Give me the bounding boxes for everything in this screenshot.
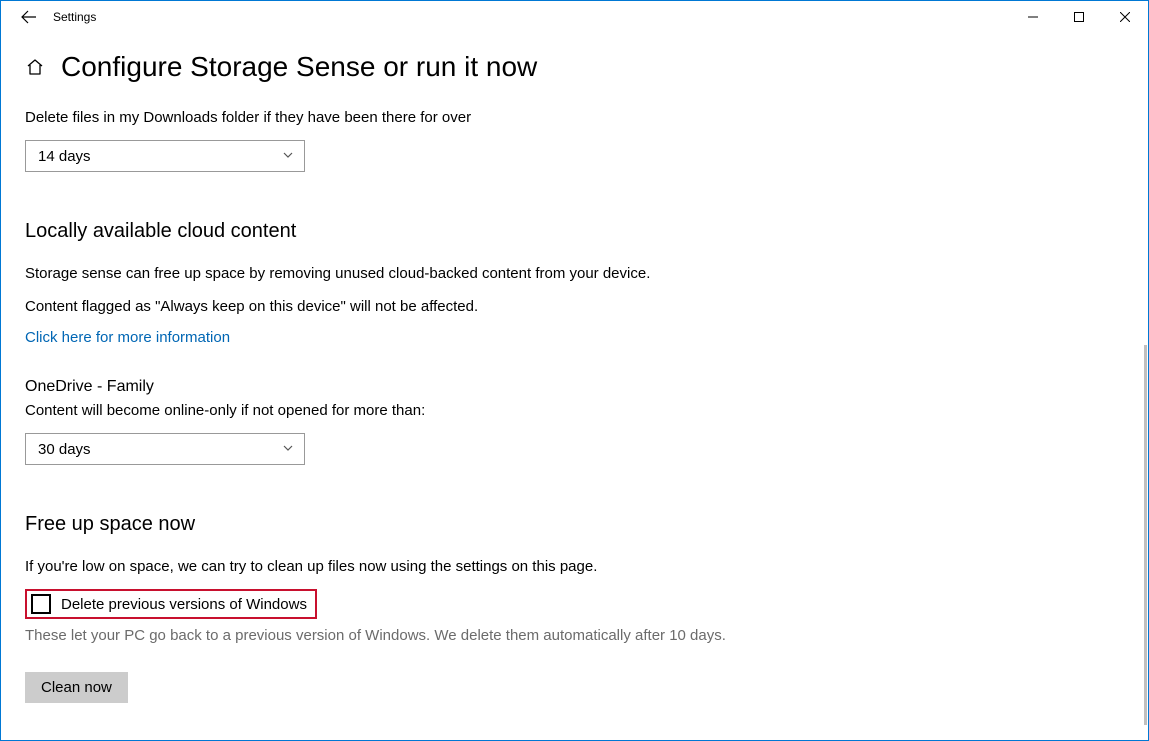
minimize-icon: [1028, 12, 1038, 22]
page-header: Configure Storage Sense or run it now: [25, 51, 1124, 83]
onedrive-dropdown[interactable]: 30 days: [25, 433, 305, 465]
minimize-button[interactable]: [1010, 1, 1056, 33]
content-area: Configure Storage Sense or run it now De…: [1, 33, 1148, 727]
checkbox-note: These let your PC go back to a previous …: [25, 627, 1124, 644]
titlebar: Settings: [1, 1, 1148, 33]
chevron-down-icon: [282, 441, 294, 458]
freeup-desc: If you're low on space, we can try to cl…: [25, 556, 1124, 577]
window-controls: [1010, 1, 1148, 33]
cloud-desc-2: Content flagged as "Always keep on this …: [25, 296, 1124, 317]
delete-previous-versions-checkbox[interactable]: Delete previous versions of Windows: [25, 589, 317, 619]
cloud-desc-1: Storage sense can free up space by remov…: [25, 263, 1124, 284]
freeup-heading: Free up space now: [25, 513, 1124, 536]
close-icon: [1120, 12, 1130, 22]
close-button[interactable]: [1102, 1, 1148, 33]
cloud-more-info-link[interactable]: Click here for more information: [25, 329, 230, 346]
checkbox-box: [31, 594, 51, 614]
onedrive-label: OneDrive - Family: [25, 378, 1124, 396]
chevron-down-icon: [282, 148, 294, 165]
home-icon: [25, 57, 45, 77]
downloads-dropdown-value: 14 days: [38, 148, 91, 165]
downloads-dropdown[interactable]: 14 days: [25, 140, 305, 172]
downloads-label: Delete files in my Downloads folder if t…: [25, 107, 1124, 128]
maximize-button[interactable]: [1056, 1, 1102, 33]
back-button[interactable]: [9, 9, 49, 25]
arrow-left-icon: [21, 9, 37, 25]
scrollbar[interactable]: [1144, 345, 1147, 725]
window-title: Settings: [53, 10, 96, 24]
onedrive-dropdown-value: 30 days: [38, 441, 91, 458]
home-button[interactable]: [25, 57, 45, 77]
clean-now-button[interactable]: Clean now: [25, 672, 128, 703]
onedrive-desc: Content will become online-only if not o…: [25, 400, 1124, 421]
page-title: Configure Storage Sense or run it now: [61, 51, 537, 83]
maximize-icon: [1074, 12, 1084, 22]
checkbox-label: Delete previous versions of Windows: [61, 596, 307, 613]
cloud-heading: Locally available cloud content: [25, 220, 1124, 243]
